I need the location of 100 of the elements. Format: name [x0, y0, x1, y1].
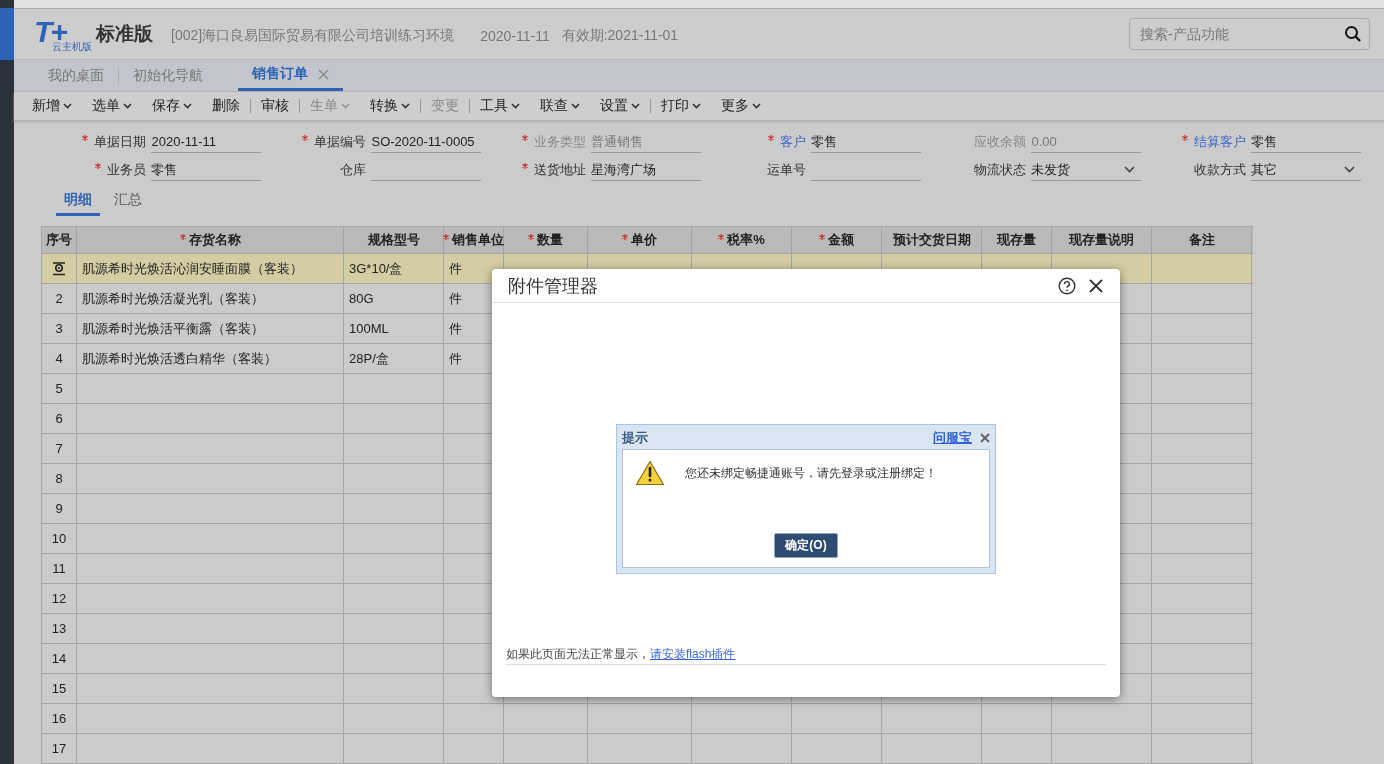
input-field[interactable]: 零售 — [1251, 131, 1361, 153]
toolbar-button[interactable]: 更多 — [711, 96, 771, 115]
table-cell: 肌源希时光焕活沁润安睡面膜（客装） — [82, 259, 303, 278]
login-date: 2020-11-11 — [480, 27, 550, 44]
table-cell: 14 — [51, 651, 67, 666]
toolbar-button[interactable]: 工具 — [470, 96, 530, 115]
table-cell: 3G*10/盒 — [349, 259, 403, 278]
table-cell: 10 — [51, 531, 67, 546]
column-header: 单价 — [588, 227, 692, 253]
edition-label: 标准版 — [96, 21, 153, 46]
close-icon[interactable] — [1088, 277, 1104, 294]
toolbar-button[interactable]: 联查 — [530, 96, 590, 115]
table-cell: 7 — [55, 441, 63, 456]
table-cell: 13 — [51, 621, 67, 636]
chevron-down-icon — [1124, 166, 1135, 173]
required-asterisk-icon — [443, 234, 449, 240]
table-cell: 16 — [51, 711, 67, 726]
warning-icon — [635, 460, 665, 486]
input-field[interactable]: 2020-11-11 — [151, 131, 261, 153]
table-cell: 15 — [51, 681, 67, 696]
field-label: 结算客户 — [1194, 133, 1247, 151]
required-asterisk-icon — [819, 234, 825, 240]
toolbar-button[interactable]: 保存 — [142, 96, 202, 115]
company-name: [002]海口良易国际贸易有限公司培训练习环境 — [171, 26, 455, 45]
input-field[interactable]: 星海湾广场 — [591, 159, 701, 181]
toolbar-button[interactable]: 转换 — [360, 96, 420, 115]
row-settings-icon[interactable] — [52, 261, 66, 276]
input-field[interactable]: 零售 — [811, 131, 921, 153]
field-label: 单据编号 — [314, 133, 367, 151]
caret-icon — [63, 102, 72, 109]
toolbar-button[interactable]: 选单 — [82, 96, 142, 115]
table-cell: 肌源希时光焕活平衡露（客装） — [82, 319, 264, 338]
required-asterisk-icon — [179, 234, 186, 240]
column-header: 税率% — [692, 227, 792, 253]
required-asterisk-icon — [718, 234, 725, 240]
field-label: 客户 — [780, 133, 807, 151]
column-header: 存货名称 — [77, 227, 344, 253]
input-field[interactable]: SO-2020-11-0005 — [371, 131, 481, 153]
table-cell: 肌源希时光焕活凝光乳（客装） — [82, 289, 264, 308]
table-cell: 3 — [55, 321, 63, 336]
table-cell: 80G — [349, 291, 374, 306]
toolbar-button[interactable]: 删除 — [202, 96, 250, 115]
table-cell: 4 — [55, 351, 63, 366]
table-cell: 件 — [449, 319, 462, 338]
prompt-title: 提示 — [622, 429, 648, 447]
chevron-down-icon — [1344, 166, 1355, 173]
table-cell: 2 — [55, 291, 63, 306]
search-field[interactable]: 搜索-产品功能 — [1129, 17, 1370, 50]
field-label: 送货地址 — [534, 161, 587, 179]
table-cell: 28P/盒 — [349, 349, 389, 368]
detail-tab[interactable]: 明细 — [56, 189, 100, 216]
column-header: 金额 — [792, 227, 882, 253]
install-flash-link[interactable]: 请安装flash插件 — [650, 647, 736, 661]
column-header: 数量 — [504, 227, 588, 253]
table-cell: 5 — [55, 381, 63, 396]
dialog-title: 附件管理器 — [508, 274, 598, 298]
toolbar-button[interactable]: 设置 — [590, 96, 650, 115]
input-field[interactable]: 零售 — [151, 159, 261, 181]
field-label: 收款方式 — [1194, 161, 1247, 179]
required-asterisk-icon — [528, 234, 534, 240]
caret-icon — [752, 102, 761, 109]
dropdown-field[interactable]: 未发货 — [1031, 159, 1141, 181]
caret-icon — [511, 102, 520, 109]
column-header: 预计交货日期 — [882, 227, 982, 253]
table-cell: 肌源希时光焕活透白精华（客装） — [82, 349, 277, 368]
column-header: 备注 — [1152, 227, 1252, 253]
detail-tab[interactable]: 汇总 — [106, 189, 150, 216]
table-cell: 17 — [51, 741, 67, 756]
caret-icon — [123, 102, 132, 109]
column-header: 销售单位 — [444, 227, 504, 253]
table-cell: 件 — [449, 259, 462, 278]
table-cell: 件 — [449, 289, 462, 308]
help-link[interactable]: 问服宝 — [933, 429, 972, 447]
field-label: 仓库 — [340, 161, 367, 179]
required-asterisk-icon — [622, 234, 628, 240]
caret-icon — [183, 102, 192, 109]
toolbar-button[interactable]: 新增 — [22, 96, 82, 115]
toolbar-button[interactable]: 审核 — [251, 96, 299, 115]
help-icon[interactable] — [1058, 276, 1076, 295]
table-cell: 9 — [55, 501, 63, 516]
field-label: 业务员 — [107, 161, 147, 179]
toolbar-button[interactable]: 打印 — [651, 96, 711, 115]
table-cell: 100ML — [349, 321, 389, 336]
caret-icon — [401, 102, 410, 109]
logo: T+云主机版 — [34, 16, 93, 51]
caret-icon — [631, 102, 640, 109]
search-icon[interactable] — [1344, 24, 1362, 43]
caret-icon — [571, 102, 580, 109]
field-label: 运单号 — [767, 161, 807, 179]
column-header: 规格型号 — [344, 227, 444, 253]
table-cell: 件 — [449, 349, 462, 368]
caret-icon — [341, 102, 350, 109]
confirm-button[interactable]: 确定(O) — [774, 533, 838, 558]
column-header: 现存量说明 — [1052, 227, 1152, 253]
dropdown-field[interactable]: 其它 — [1251, 159, 1361, 181]
column-header: 序号 — [42, 227, 77, 253]
validity-date: 有效期:2021-11-01 — [561, 26, 679, 45]
caret-icon — [692, 102, 701, 109]
field-label: 物流状态 — [974, 161, 1027, 179]
field-label: 单据日期 — [94, 133, 147, 151]
